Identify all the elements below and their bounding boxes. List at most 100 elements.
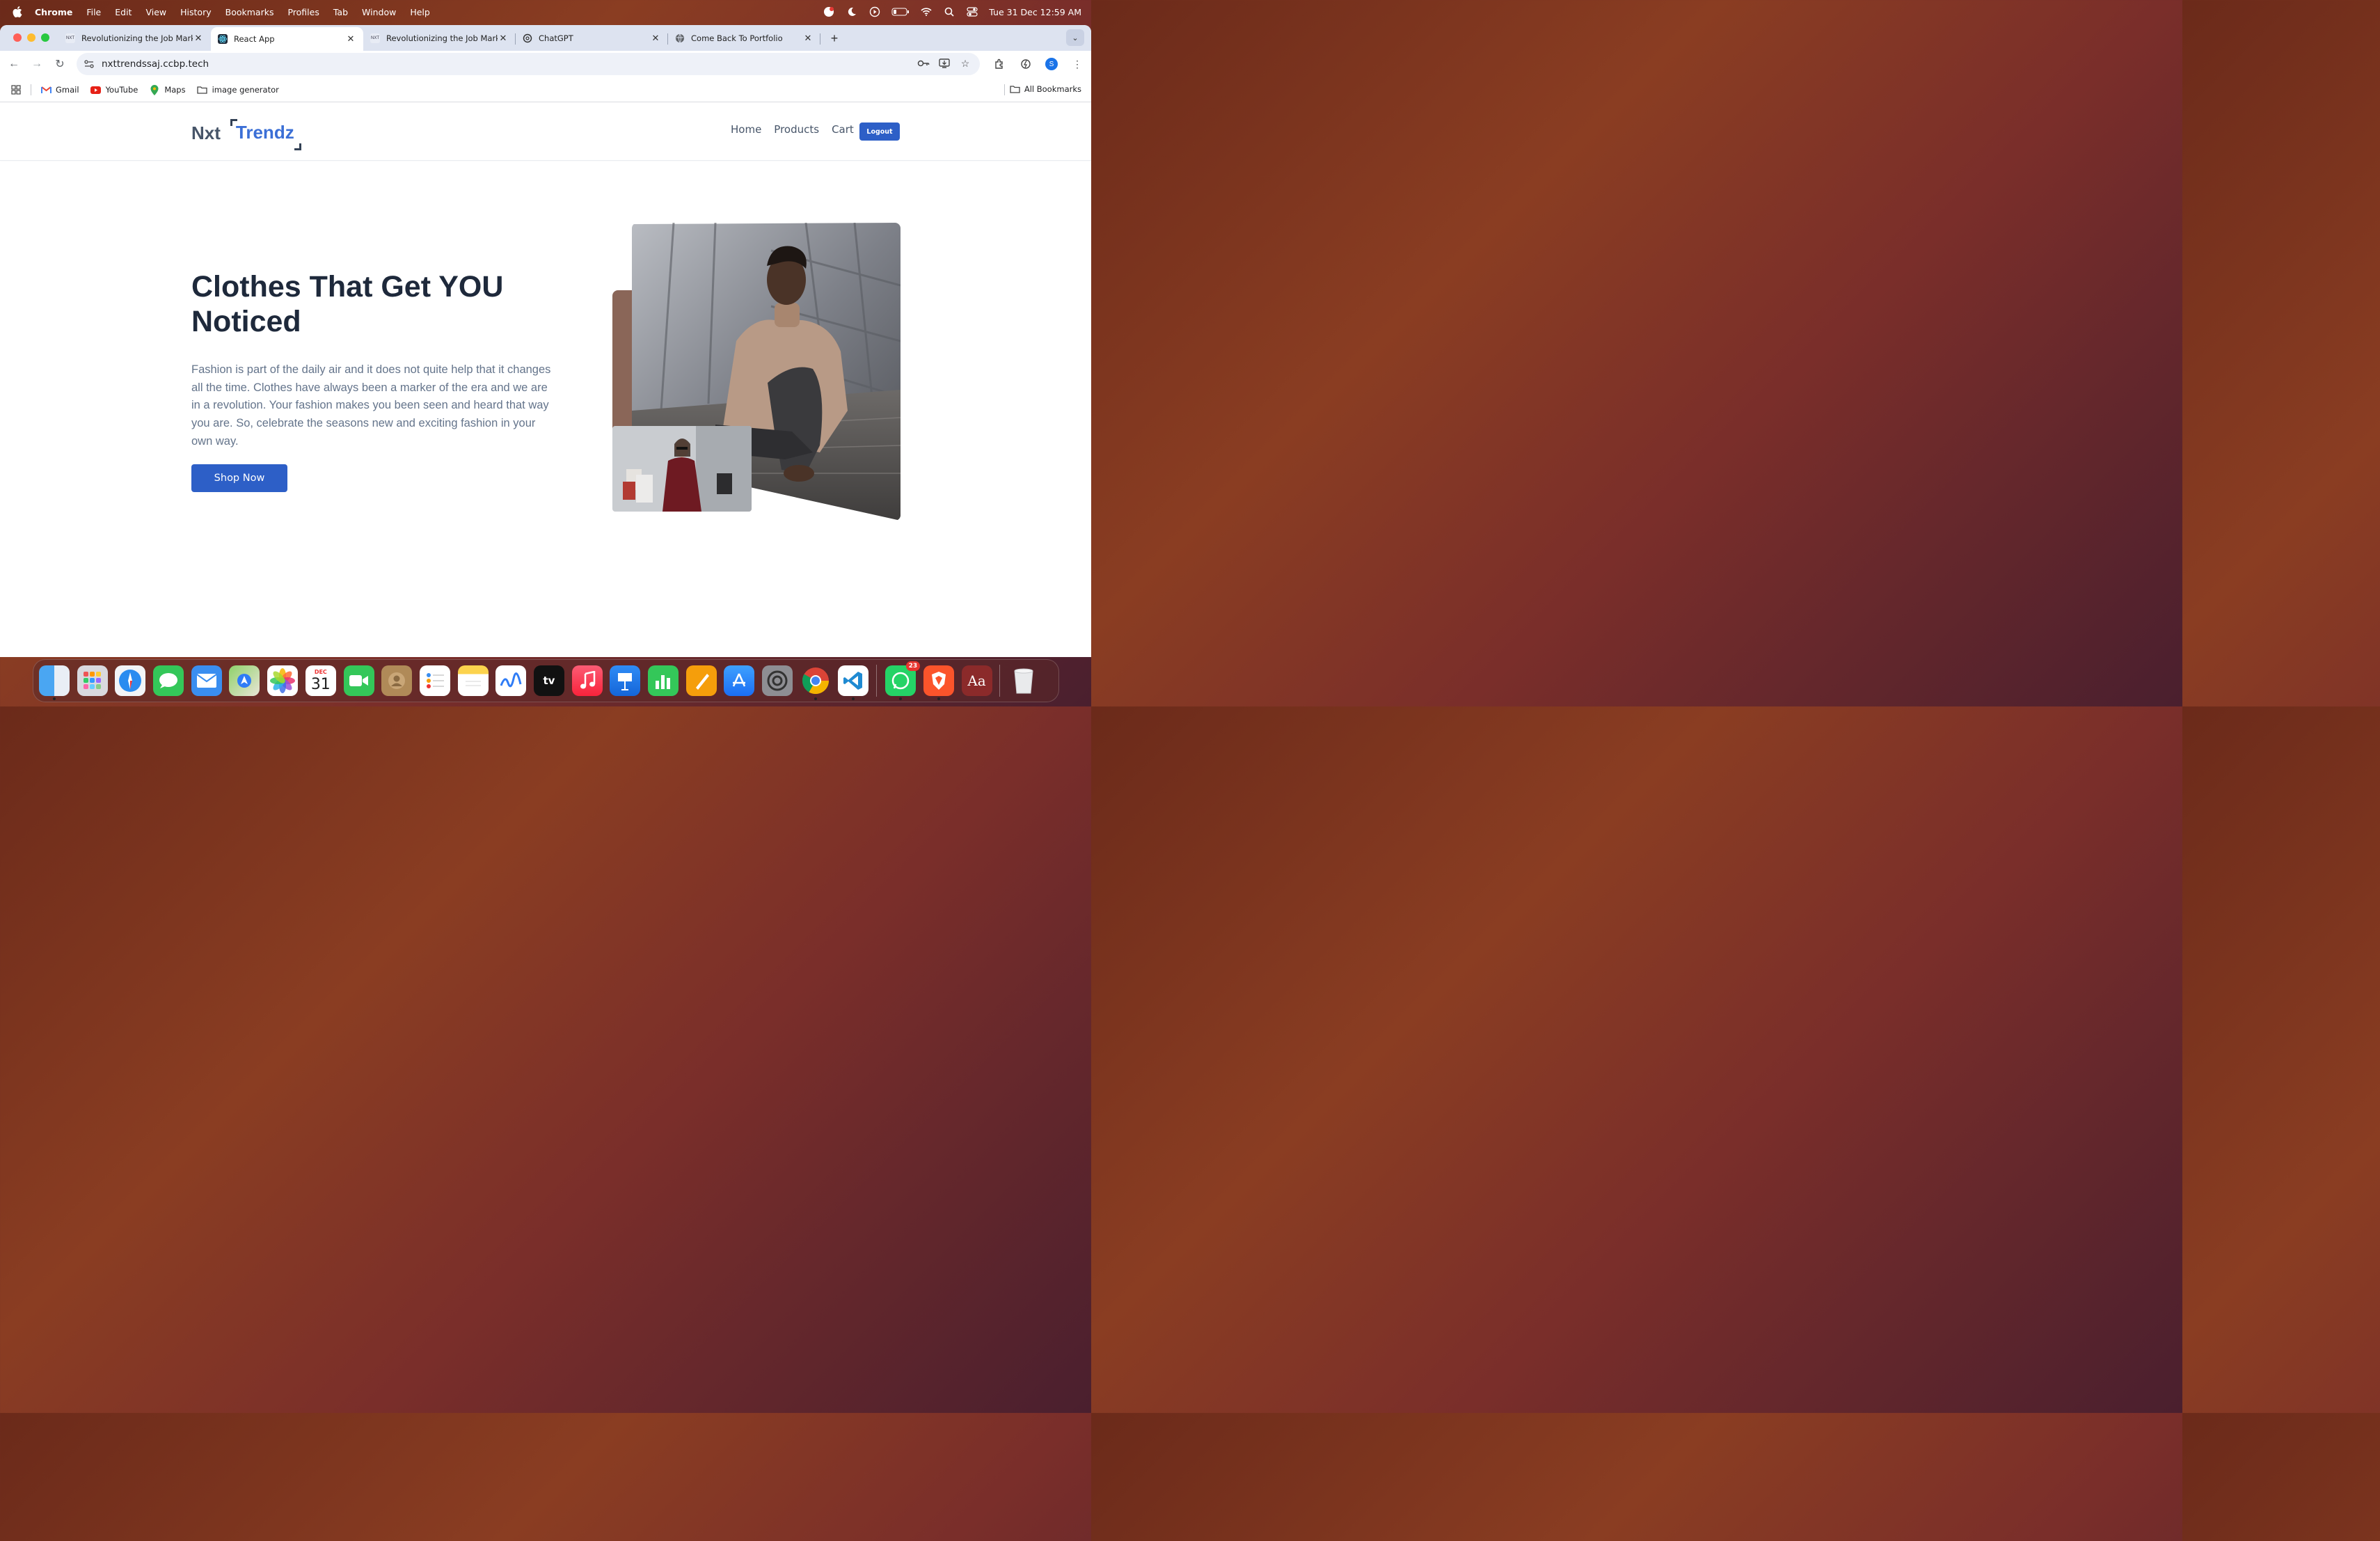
new-tab-button[interactable]: +	[825, 28, 844, 49]
launchpad-icon[interactable]	[77, 665, 108, 696]
maps-icon[interactable]	[229, 665, 260, 696]
status-area: Tue 31 Dec 12:59 AM	[823, 0, 1081, 24]
main-nav: Home Products Cart	[731, 123, 866, 136]
menu-help[interactable]: Help	[410, 7, 430, 17]
app-store-icon[interactable]	[724, 665, 755, 696]
tab-job-market-2[interactable]: NXT Revolutionizing the Job Marke ✕	[363, 28, 516, 49]
menu-tab[interactable]: Tab	[333, 7, 348, 17]
vscode-icon[interactable]	[838, 665, 869, 700]
close-tab-icon[interactable]: ✕	[650, 33, 661, 44]
password-key-icon[interactable]	[917, 57, 930, 70]
menu-history[interactable]: History	[180, 7, 211, 17]
nav-cart[interactable]: Cart	[832, 123, 854, 136]
safari-icon[interactable]	[115, 665, 146, 696]
all-bookmarks-button[interactable]: All Bookmarks	[1010, 84, 1081, 94]
performance-icon[interactable]	[1019, 57, 1033, 71]
menu-file[interactable]: File	[86, 7, 101, 17]
close-tab-icon[interactable]: ✕	[193, 33, 204, 44]
address-bar[interactable]: nxttrendssaj.ccbp.tech ☆	[77, 53, 980, 75]
bookmark-image-generator[interactable]: image generator	[197, 85, 279, 95]
apple-tv-icon[interactable]: tv	[533, 665, 564, 696]
nav-home[interactable]: Home	[731, 123, 761, 136]
calendar-month: DEC	[314, 669, 327, 675]
close-window-button[interactable]	[13, 33, 22, 42]
window-controls	[13, 33, 49, 42]
tab-search-chevron-icon[interactable]: ⌄	[1066, 29, 1084, 46]
control-center-icon[interactable]	[966, 7, 978, 17]
mail-icon[interactable]	[191, 665, 222, 696]
menu-view[interactable]: View	[145, 7, 166, 17]
keynote-icon[interactable]	[610, 665, 641, 696]
close-tab-icon[interactable]: ✕	[802, 33, 814, 44]
dictionary-label: Aa	[967, 672, 986, 689]
chrome-icon[interactable]	[800, 665, 831, 700]
numbers-icon[interactable]	[648, 665, 679, 696]
omnibox-actions: ☆	[917, 57, 971, 70]
nav-products[interactable]: Products	[774, 123, 819, 136]
bookmark-gmail[interactable]: Gmail	[40, 85, 79, 95]
nxt-trendz-logo[interactable]: Nxt Trendz	[191, 118, 301, 150]
wifi-icon[interactable]	[920, 7, 933, 17]
menubar-clock[interactable]: Tue 31 Dec 12:59 AM	[989, 7, 1081, 17]
finder-icon[interactable]	[39, 665, 70, 700]
react-favicon-icon	[218, 34, 228, 44]
gmail-icon	[40, 85, 51, 95]
menu-window[interactable]: Window	[362, 7, 396, 17]
spotlight-search-icon[interactable]	[943, 7, 955, 17]
zoom-window-button[interactable]	[41, 33, 49, 42]
apple-logo-icon[interactable]	[13, 6, 22, 17]
brave-icon[interactable]	[923, 665, 954, 700]
bookmark-maps[interactable]: Maps	[149, 84, 186, 95]
tab-job-market-1[interactable]: NXT Revolutionizing the Job Marke ✕	[58, 28, 211, 49]
tab-react-app[interactable]: React App ✕	[211, 27, 363, 51]
calendar-icon[interactable]: DEC 31	[305, 665, 336, 696]
back-arrow-icon[interactable]: ←	[7, 57, 21, 71]
battery-icon[interactable]	[891, 7, 910, 17]
whatsapp-icon[interactable]: 23	[885, 661, 921, 700]
close-tab-icon[interactable]: ✕	[345, 33, 356, 45]
facetime-icon[interactable]	[343, 665, 374, 696]
dictionary-icon[interactable]: Aa	[961, 665, 992, 696]
profile-avatar[interactable]: S	[1045, 58, 1058, 70]
tab-portfolio[interactable]: Come Back To Portfolio ✕	[668, 28, 820, 49]
bookmark-youtube[interactable]: YouTube	[90, 85, 138, 95]
minimize-window-button[interactable]	[27, 33, 35, 42]
focus-moon-icon[interactable]	[846, 7, 858, 17]
maps-pin-icon	[149, 84, 160, 95]
site-settings-icon[interactable]	[84, 58, 95, 70]
reload-icon[interactable]: ↻	[53, 57, 67, 71]
nxtwave-favicon-icon: NXT	[370, 33, 380, 43]
macos-dock: DEC 31 tv 23 Aa	[33, 659, 1059, 702]
close-tab-icon[interactable]: ✕	[498, 33, 509, 44]
logout-button[interactable]: Logout	[859, 123, 900, 141]
reminders-icon[interactable]	[419, 665, 450, 696]
extensions-puzzle-icon[interactable]	[992, 57, 1006, 71]
browser-window: NXT Revolutionizing the Job Marke ✕ Reac…	[0, 25, 1091, 657]
tab-chatgpt[interactable]: ChatGPT ✕	[516, 28, 668, 49]
menu-app-name[interactable]: Chrome	[35, 7, 72, 17]
music-icon[interactable]	[571, 665, 603, 696]
tab-title: Revolutionizing the Job Marke	[386, 33, 498, 43]
install-app-icon[interactable]	[938, 57, 951, 70]
shop-now-button[interactable]: Shop Now	[191, 464, 287, 492]
play-circle-icon[interactable]	[868, 6, 881, 17]
bookmark-star-icon[interactable]: ☆	[959, 57, 971, 70]
menu-profiles[interactable]: Profiles	[287, 7, 319, 17]
system-settings-icon[interactable]	[762, 665, 793, 696]
notes-icon[interactable]	[457, 665, 489, 696]
pages-icon[interactable]	[685, 665, 717, 696]
url-text[interactable]: nxttrendssaj.ccbp.tech	[102, 58, 209, 70]
freeform-icon[interactable]	[495, 665, 527, 696]
contacts-icon[interactable]	[381, 665, 413, 696]
trash-icon[interactable]	[1008, 665, 1039, 696]
photos-icon[interactable]	[267, 665, 299, 696]
apps-grid-icon[interactable]	[11, 85, 21, 95]
chrome-menu-icon[interactable]: ⋮	[1070, 57, 1084, 71]
youtube-icon	[90, 85, 102, 95]
forward-arrow-icon[interactable]: →	[30, 57, 44, 71]
messages-icon[interactable]	[153, 665, 184, 696]
menu-bookmarks[interactable]: Bookmarks	[225, 7, 274, 17]
menu-edit[interactable]: Edit	[115, 7, 132, 17]
status-app-icon[interactable]	[823, 7, 835, 17]
folder-icon	[197, 85, 208, 95]
